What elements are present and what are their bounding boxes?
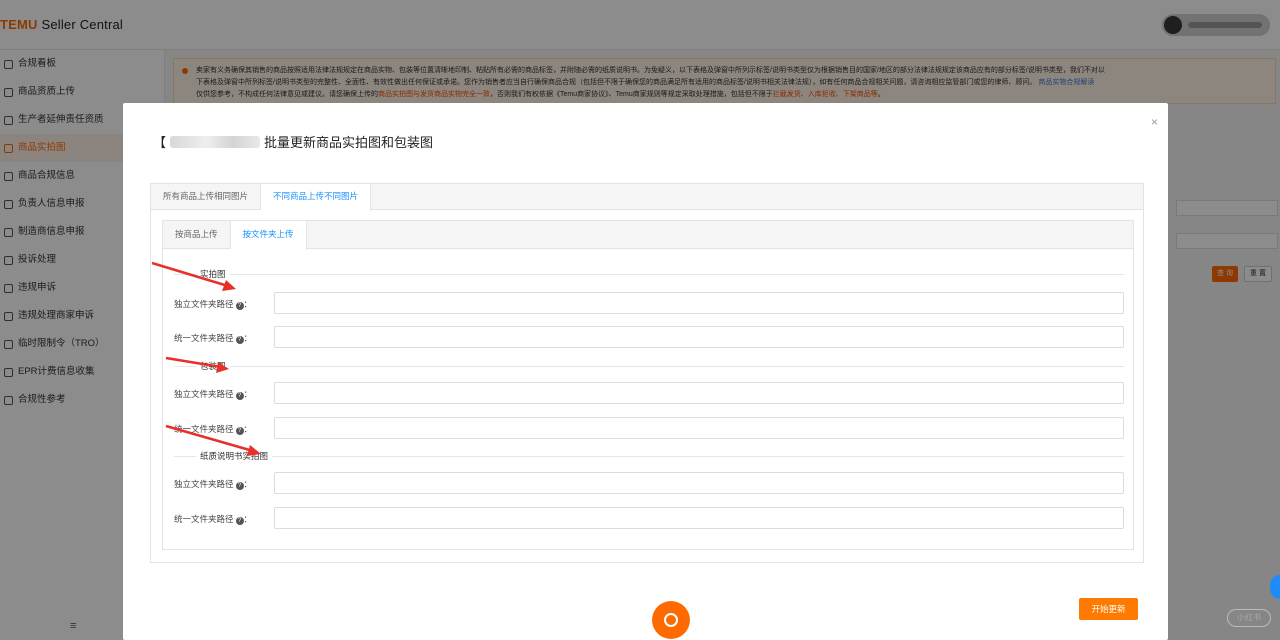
field-label: 统一文件夹路径?： xyxy=(174,514,253,525)
manual-individual-folder-input[interactable] xyxy=(274,472,1124,494)
help-icon[interactable]: ? xyxy=(235,482,244,490)
help-icon[interactable]: ? xyxy=(235,336,244,344)
annotation-arrow xyxy=(165,356,229,373)
tab-by-folder[interactable]: 按文件夹上传 xyxy=(230,221,307,250)
section-divider xyxy=(174,274,1124,275)
watermark-tag: 小红书 xyxy=(1227,609,1271,627)
store-name-redacted xyxy=(170,135,261,148)
field-label: 独立文件夹路径?： xyxy=(174,389,253,400)
assistant-glyph-icon xyxy=(664,613,678,627)
batch-update-modal: × 【 批量更新商品实拍图和包装图 所有商品上传相同图片 不同商品上传不同图片 … xyxy=(123,103,1168,640)
help-fab-icon[interactable] xyxy=(1270,575,1280,599)
help-icon[interactable]: ? xyxy=(235,392,244,400)
modal-title: 【 批量更新商品实拍图和包装图 xyxy=(153,132,433,151)
photos-individual-folder-input[interactable] xyxy=(274,292,1124,314)
title-bracket: 【 xyxy=(153,135,167,150)
close-icon[interactable]: × xyxy=(1151,115,1158,129)
title-text: 批量更新商品实拍图和包装图 xyxy=(264,135,434,150)
upload-mode-tabs: 所有商品上传相同图片 不同商品上传不同图片 按商品上传 按文件夹上传 实拍图 独… xyxy=(150,183,1144,563)
photos-unified-folder-input[interactable] xyxy=(274,326,1124,348)
section-divider xyxy=(174,456,1124,457)
tab-different-images[interactable]: 不同商品上传不同图片 xyxy=(261,184,372,211)
inner-tabbar: 按商品上传 按文件夹上传 xyxy=(163,221,1133,250)
help-icon[interactable]: ? xyxy=(235,517,244,525)
outer-tabbar: 所有商品上传相同图片 不同商品上传不同图片 xyxy=(151,184,1143,211)
packaging-unified-folder-input[interactable] xyxy=(274,417,1124,439)
start-update-button[interactable]: 开始更新 xyxy=(1079,598,1138,620)
field-label: 统一文件夹路径?： xyxy=(174,333,253,344)
temu-assistant-icon[interactable] xyxy=(652,601,690,639)
annotation-arrow xyxy=(165,424,261,456)
section-divider xyxy=(174,366,1124,367)
tab-by-product[interactable]: 按商品上传 xyxy=(163,221,231,248)
upload-source-tabs: 按商品上传 按文件夹上传 实拍图 独立文件夹路径?： 统一文件夹路径?： 包装图… xyxy=(162,220,1134,550)
tab-same-images[interactable]: 所有商品上传相同图片 xyxy=(151,184,262,209)
annotation-arrow xyxy=(151,261,236,291)
field-label: 独立文件夹路径?： xyxy=(174,479,253,490)
manual-unified-folder-input[interactable] xyxy=(274,507,1124,529)
help-icon[interactable]: ? xyxy=(235,302,244,310)
field-label: 独立文件夹路径?： xyxy=(174,299,253,310)
packaging-individual-folder-input[interactable] xyxy=(274,382,1124,404)
